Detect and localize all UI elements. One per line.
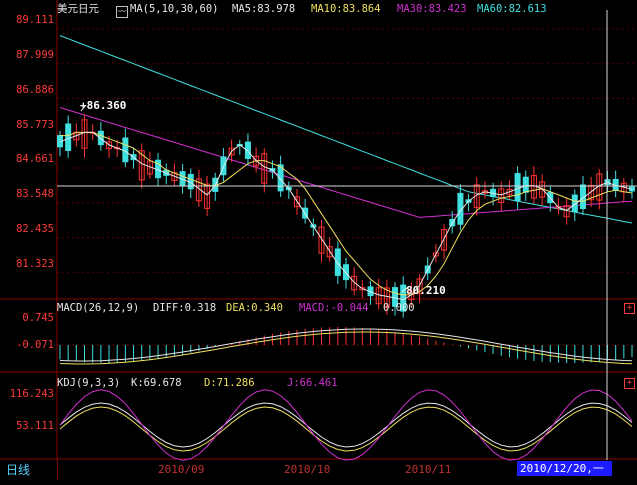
y-tick: 84.661 (16, 153, 54, 165)
candle-body (514, 173, 521, 202)
ma5-value: MA5:83.978 (232, 3, 296, 15)
macd-dea-value: DEA:0.340 (226, 302, 283, 314)
candle-body (334, 248, 341, 276)
high-price-value: 86.360 (86, 99, 127, 112)
ma30-line (59, 107, 633, 218)
macd-value: MACD:-0.044 (299, 302, 369, 314)
low-price-value: 80.210 (406, 284, 446, 297)
candle-body (122, 137, 129, 163)
kdj-params: KDJ(9,3,3) (57, 377, 121, 389)
date-label: 2010/09 (158, 463, 205, 476)
kdj-k-line (59, 402, 633, 448)
candle-body (522, 176, 529, 193)
cursor-date-label: 2010/12/20,一 (517, 461, 612, 476)
y-tick: 86.886 (16, 84, 54, 96)
ma10-value: MA10:83.864 (311, 3, 381, 15)
macd-y-tick: -0.071 (16, 339, 54, 351)
kdj-expand-button[interactable]: + (624, 378, 635, 389)
y-tick: 83.548 (16, 188, 54, 200)
macd-diff-value: DIFF:0.318 (153, 302, 217, 314)
indicator-icon[interactable]: 〰 (116, 6, 128, 18)
macd-expand-button[interactable]: + (624, 303, 635, 314)
ma-params-label: 〰 MA(5,10,30,60) (116, 3, 219, 18)
macd-params: MACD(26,12,9) (57, 302, 140, 314)
ma-params-text: MA(5,10,30,60) (130, 3, 219, 15)
y-tick: 87.999 (16, 49, 54, 61)
macd-indicator (57, 327, 637, 365)
candle-body (343, 264, 349, 281)
y-tick: 81.323 (16, 258, 54, 270)
candle-body (65, 123, 72, 151)
ma30-value: MA30:83.423 (397, 3, 467, 15)
y-tick: 89.111 (16, 14, 54, 26)
ma60-value: MA60:82.613 (477, 3, 547, 15)
kdj-d-line (59, 406, 633, 452)
symbol-name: 美元日元 (57, 3, 99, 15)
chart-window[interactable]: 美元日元 〰 MA(5,10,30,60) MA5:83.978 MA10:83.… (0, 0, 637, 482)
kdj-k-value: K:69.678 (131, 377, 182, 389)
timeframe-tab-daily[interactable]: 日线 (0, 460, 58, 480)
date-label: 2010/11 (405, 463, 452, 476)
chart-canvas[interactable] (0, 0, 637, 482)
kdj-y-tick: 53.111 (16, 420, 54, 432)
macd-extra-value: 0.000 (383, 302, 415, 314)
date-label: 2010/10 (284, 463, 331, 476)
kdj-j-line (59, 389, 633, 461)
candle-body (97, 130, 104, 146)
kdj-d-value: D:71.286 (204, 377, 255, 389)
kdj-y-tick: 116.243 (9, 388, 54, 400)
kdj-j-value: J:66.461 (287, 377, 338, 389)
macd-y-tick: 0.745 (22, 312, 54, 324)
kdj-indicator (59, 389, 633, 461)
high-price-marker: +86.360 (80, 99, 127, 112)
ma30-polyline (59, 107, 633, 218)
y-tick: 85.773 (16, 119, 54, 131)
y-tick: 82.435 (16, 223, 54, 235)
